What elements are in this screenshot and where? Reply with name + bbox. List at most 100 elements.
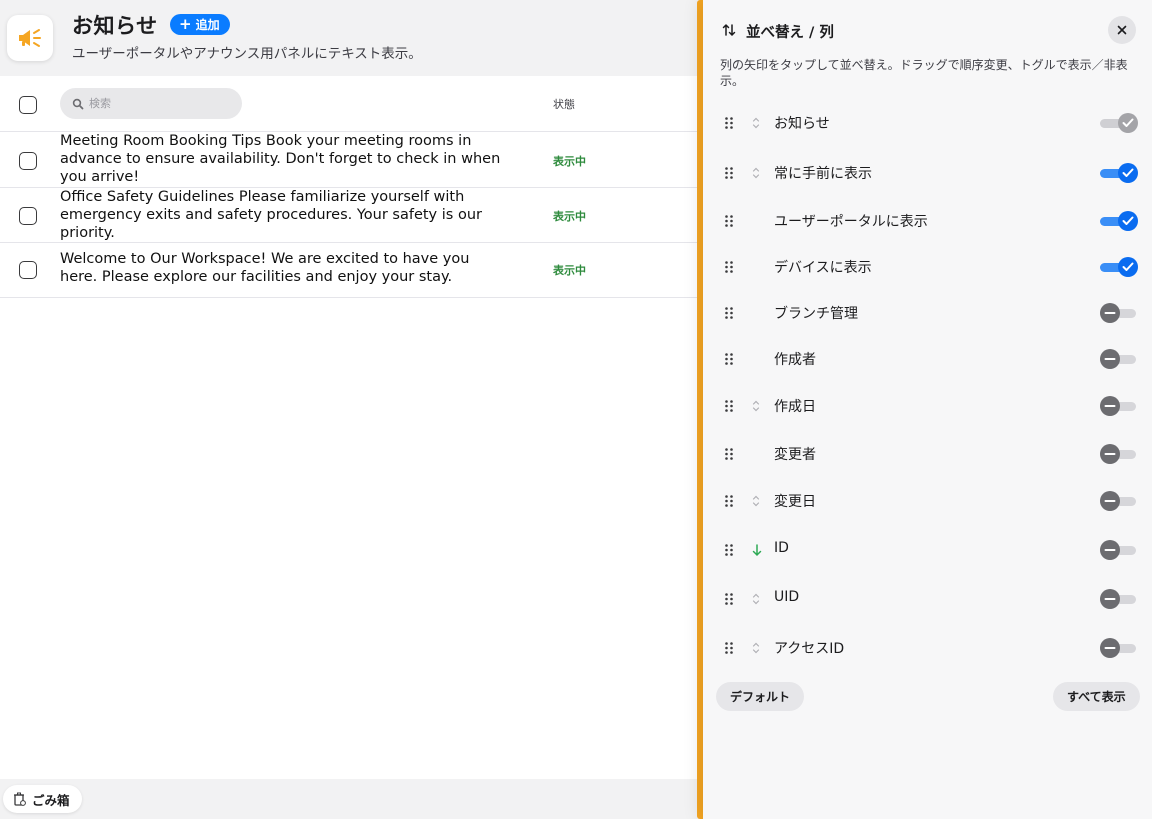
status-badge: 表示中 [553, 264, 586, 277]
visibility-toggle[interactable] [1098, 348, 1138, 370]
drag-handle-icon[interactable] [724, 543, 734, 557]
sort-both-icon[interactable] [752, 399, 760, 413]
toggle-knob [1118, 211, 1138, 231]
select-all-checkbox[interactable] [19, 96, 37, 114]
table-header: 状態 [0, 76, 730, 132]
sort-desc-icon[interactable] [752, 543, 762, 557]
panel-description: 列の矢印をタップして並べ替え。ドラッグで順序変更、トグルで表示／非表示。 [720, 58, 1128, 88]
column-item[interactable]: 常に手前に表示 [703, 158, 1152, 188]
sort-both-icon[interactable] [752, 592, 760, 606]
toggle-knob [1118, 257, 1138, 277]
search-input[interactable] [87, 96, 231, 111]
column-item[interactable]: デバイスに表示 [703, 252, 1152, 282]
column-label: 作成日 [774, 399, 816, 415]
column-label: ID [774, 540, 789, 556]
sort-arrows-icon [722, 23, 736, 37]
add-button-label: 追加 [195, 18, 220, 32]
sort-both-icon[interactable] [752, 166, 760, 180]
minus-icon [1104, 598, 1116, 600]
table-row[interactable]: Office Safety Guidelines Please familiar… [0, 188, 730, 243]
visibility-toggle[interactable] [1098, 112, 1138, 134]
visibility-toggle[interactable] [1098, 256, 1138, 278]
row-checkbox[interactable] [19, 261, 37, 279]
column-item[interactable]: アクセスID [703, 633, 1152, 663]
trash-icon [14, 792, 26, 806]
column-item[interactable]: UID [703, 584, 1152, 614]
column-item[interactable]: お知らせ [703, 108, 1152, 138]
visibility-toggle[interactable] [1098, 539, 1138, 561]
toggle-knob [1100, 303, 1120, 323]
column-item[interactable]: ID [703, 535, 1152, 565]
drag-handle-icon[interactable] [724, 214, 734, 228]
column-label: 変更日 [774, 494, 816, 510]
sort-both-icon[interactable] [752, 641, 760, 655]
column-item[interactable]: 変更日 [703, 486, 1152, 516]
column-label: 変更者 [774, 447, 816, 463]
column-label: ユーザーポータルに表示 [774, 214, 928, 230]
minus-icon [1104, 500, 1116, 502]
page-title: お知らせ [72, 14, 158, 38]
sort-both-icon[interactable] [752, 116, 760, 130]
table-row[interactable]: Welcome to Our Workspace! We are excited… [0, 243, 730, 298]
sort-columns-panel: 並べ替え / 列 列の矢印をタップして並べ替え。ドラッグで順序変更、トグルで表示… [703, 0, 1152, 819]
toggle-knob [1118, 163, 1138, 183]
announcements-table: 状態 Meeting Room Booking Tips Book your m… [0, 76, 730, 779]
visibility-toggle[interactable] [1098, 637, 1138, 659]
drag-handle-icon[interactable] [724, 166, 734, 180]
add-button[interactable]: + 追加 [170, 14, 230, 35]
column-item[interactable]: ユーザーポータルに表示 [703, 206, 1152, 236]
visibility-toggle[interactable] [1098, 162, 1138, 184]
minus-icon [1104, 405, 1116, 407]
column-header-status[interactable]: 状態 [553, 96, 575, 112]
drag-handle-icon[interactable] [724, 352, 734, 366]
drag-handle-icon[interactable] [724, 641, 734, 655]
close-button[interactable] [1108, 16, 1136, 44]
row-text: Office Safety Guidelines Please familiar… [60, 189, 482, 241]
visibility-toggle[interactable] [1098, 302, 1138, 324]
visibility-toggle[interactable] [1098, 210, 1138, 232]
row-checkbox[interactable] [19, 207, 37, 225]
search-icon [72, 98, 84, 109]
visibility-toggle[interactable] [1098, 443, 1138, 465]
visibility-toggle[interactable] [1098, 490, 1138, 512]
drag-handle-icon[interactable] [724, 494, 734, 508]
table-row[interactable]: Meeting Room Booking Tips Book your meet… [0, 132, 730, 188]
plus-icon: + [179, 14, 192, 33]
drag-handle-icon[interactable] [724, 306, 734, 320]
minus-icon [1104, 312, 1116, 314]
column-item[interactable]: 作成者 [703, 344, 1152, 374]
drag-handle-icon[interactable] [724, 260, 734, 274]
drag-handle-icon[interactable] [724, 592, 734, 606]
column-label: お知らせ [774, 116, 830, 132]
search-box[interactable] [60, 88, 242, 119]
minus-icon [1104, 647, 1116, 649]
column-label: アクセスID [774, 641, 845, 657]
trash-button[interactable]: ごみ箱 [3, 785, 82, 813]
default-button[interactable]: デフォルト [716, 682, 805, 711]
sort-both-icon[interactable] [752, 494, 760, 508]
check-icon [1122, 262, 1134, 271]
column-item[interactable]: 変更者 [703, 439, 1152, 469]
drag-handle-icon[interactable] [724, 399, 734, 413]
toggle-knob [1100, 638, 1120, 658]
panel-title: 並べ替え / 列 [746, 25, 834, 41]
column-item[interactable]: ブランチ管理 [703, 298, 1152, 328]
toggle-knob [1118, 113, 1138, 133]
app-icon [7, 15, 53, 61]
toggle-knob [1100, 349, 1120, 369]
column-item[interactable]: 作成日 [703, 391, 1152, 421]
row-text: Meeting Room Booking Tips Book your meet… [60, 133, 501, 185]
drag-handle-icon[interactable] [724, 116, 734, 130]
row-text: Welcome to Our Workspace! We are excited… [60, 251, 470, 285]
check-icon [1122, 216, 1134, 225]
row-checkbox[interactable] [19, 152, 37, 170]
drag-handle-icon[interactable] [724, 447, 734, 461]
check-icon [1122, 168, 1134, 177]
status-badge: 表示中 [553, 210, 586, 223]
show-all-button[interactable]: すべて表示 [1053, 682, 1140, 711]
status-badge: 表示中 [553, 155, 586, 168]
visibility-toggle[interactable] [1098, 588, 1138, 610]
visibility-toggle[interactable] [1098, 395, 1138, 417]
page-subtitle: ユーザーポータルやアナウンス用パネルにテキスト表示。 [72, 46, 422, 62]
minus-icon [1104, 453, 1116, 455]
